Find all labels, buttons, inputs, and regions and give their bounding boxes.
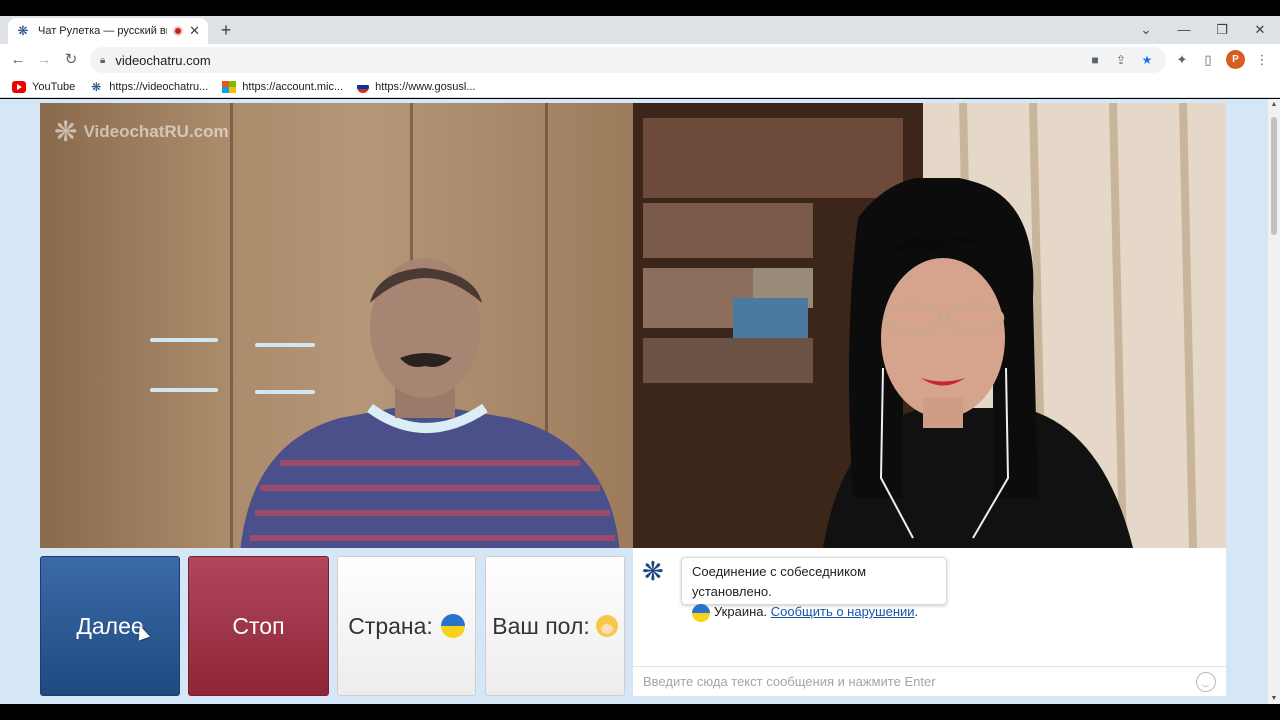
videochat-icon: ❋ — [17, 23, 29, 38]
self-video — [633, 103, 1226, 548]
chat-input-row — [633, 666, 1226, 696]
share-icon[interactable]: ⇪ — [1112, 51, 1130, 69]
partner-video: ❋ VideochatRU.com — [40, 103, 633, 548]
chat-message-input[interactable] — [643, 674, 1196, 689]
cabinet-handle — [150, 338, 218, 342]
tab-strip: ❋ Чат Рулетка — русский вид ✕ + ⌄ — ❐ ✕ — [0, 16, 1280, 44]
lock-icon[interactable]: 🔒︎ — [100, 55, 105, 66]
country-name: Украина. — [714, 604, 768, 619]
profile-avatar[interactable]: P — [1226, 50, 1245, 69]
gosuslugi-icon — [357, 80, 370, 93]
system-message: Соединение с собеседником установлено. У… — [681, 557, 947, 622]
videochat-logo-icon: ❋ — [642, 556, 664, 586]
tab-search-icon[interactable]: ⌄ — [1134, 20, 1158, 40]
stop-button[interactable]: Стоп — [188, 556, 329, 696]
bookmarks-bar: YouTube ❋ https://videochatru... https:/… — [0, 76, 1280, 98]
extensions-icon[interactable]: ✦ — [1172, 50, 1192, 70]
bookmark-microsoft[interactable]: https://account.mic... — [222, 80, 343, 93]
country-line: Украина. Сообщить о нарушении. — [692, 602, 936, 622]
cabinet-handle — [150, 388, 218, 392]
camera-icon[interactable]: ■ — [1086, 51, 1104, 69]
chat-panel: ❋ Соединение с собеседником установлено.… — [633, 548, 1226, 696]
watermark: ❋ VideochatRU.com — [54, 116, 229, 147]
new-tab-button[interactable]: + — [216, 20, 236, 40]
videochat-logo-icon: ❋ — [54, 116, 78, 147]
close-window-button[interactable]: ✕ — [1248, 20, 1272, 40]
tab-title: Чат Рулетка — русский вид — [38, 25, 168, 37]
address-bar[interactable]: 🔒︎ videochatru.com ■ ⇪ ★ — [90, 47, 1166, 73]
menu-icon[interactable]: ⋮ — [1252, 50, 1272, 70]
scroll-up-icon[interactable]: ▲ — [1268, 101, 1280, 108]
scrollbar-thumb[interactable] — [1271, 117, 1277, 235]
microsoft-icon — [222, 80, 237, 93]
address-text: videochatru.com — [115, 52, 211, 68]
partner-person — [240, 258, 620, 548]
female-emoji-icon — [595, 615, 618, 637]
youtube-icon — [12, 80, 26, 93]
bookmark-star-icon[interactable]: ★ — [1138, 51, 1156, 69]
back-button[interactable]: ← — [7, 49, 29, 71]
ukraine-flag-icon — [440, 614, 465, 638]
reload-button[interactable]: ↻ — [60, 49, 82, 71]
bookmark-youtube[interactable]: YouTube — [12, 80, 75, 93]
smiley-icon[interactable] — [1196, 671, 1216, 692]
bookmark-gosuslugi[interactable]: https://www.gosusl... — [357, 80, 475, 93]
videochat-icon: ❋ — [91, 79, 102, 94]
report-violation-link[interactable]: Сообщить о нарушении — [771, 604, 915, 619]
screen: ❋ Чат Рулетка — русский вид ✕ + ⌄ — ❐ ✕ … — [0, 0, 1280, 720]
next-button[interactable]: Далее — [40, 556, 180, 696]
forward-button[interactable]: → — [33, 49, 55, 71]
connection-message: Соединение с собеседником установлено. — [692, 564, 867, 599]
letterbox-bottom — [0, 704, 1280, 720]
page-scrollbar[interactable]: ▲ ▼ — [1268, 99, 1280, 704]
ukraine-flag-icon — [692, 603, 710, 622]
bookmark-videochatru[interactable]: ❋ https://videochatru... — [89, 81, 208, 93]
browser-tab[interactable]: ❋ Чат Рулетка — русский вид ✕ — [8, 18, 208, 44]
country-selector-button[interactable]: Страна: — [337, 556, 476, 696]
self-person — [823, 178, 1133, 548]
gender-selector-button[interactable]: Ваш пол: — [485, 556, 625, 696]
close-tab-icon[interactable]: ✕ — [189, 23, 200, 39]
report-suffix: . — [914, 604, 919, 619]
restore-button[interactable]: ❐ — [1210, 20, 1234, 40]
minimize-button[interactable]: — — [1172, 20, 1196, 40]
scroll-down-icon[interactable]: ▼ — [1268, 695, 1280, 702]
browser-toolbar: ← → ↻ 🔒︎ videochatru.com ■ ⇪ ★ ✦ ▯ P ⋮ — [0, 44, 1280, 76]
letterbox-top — [0, 0, 1280, 16]
side-panel-icon[interactable]: ▯ — [1198, 50, 1218, 70]
recording-indicator-icon — [173, 26, 184, 36]
